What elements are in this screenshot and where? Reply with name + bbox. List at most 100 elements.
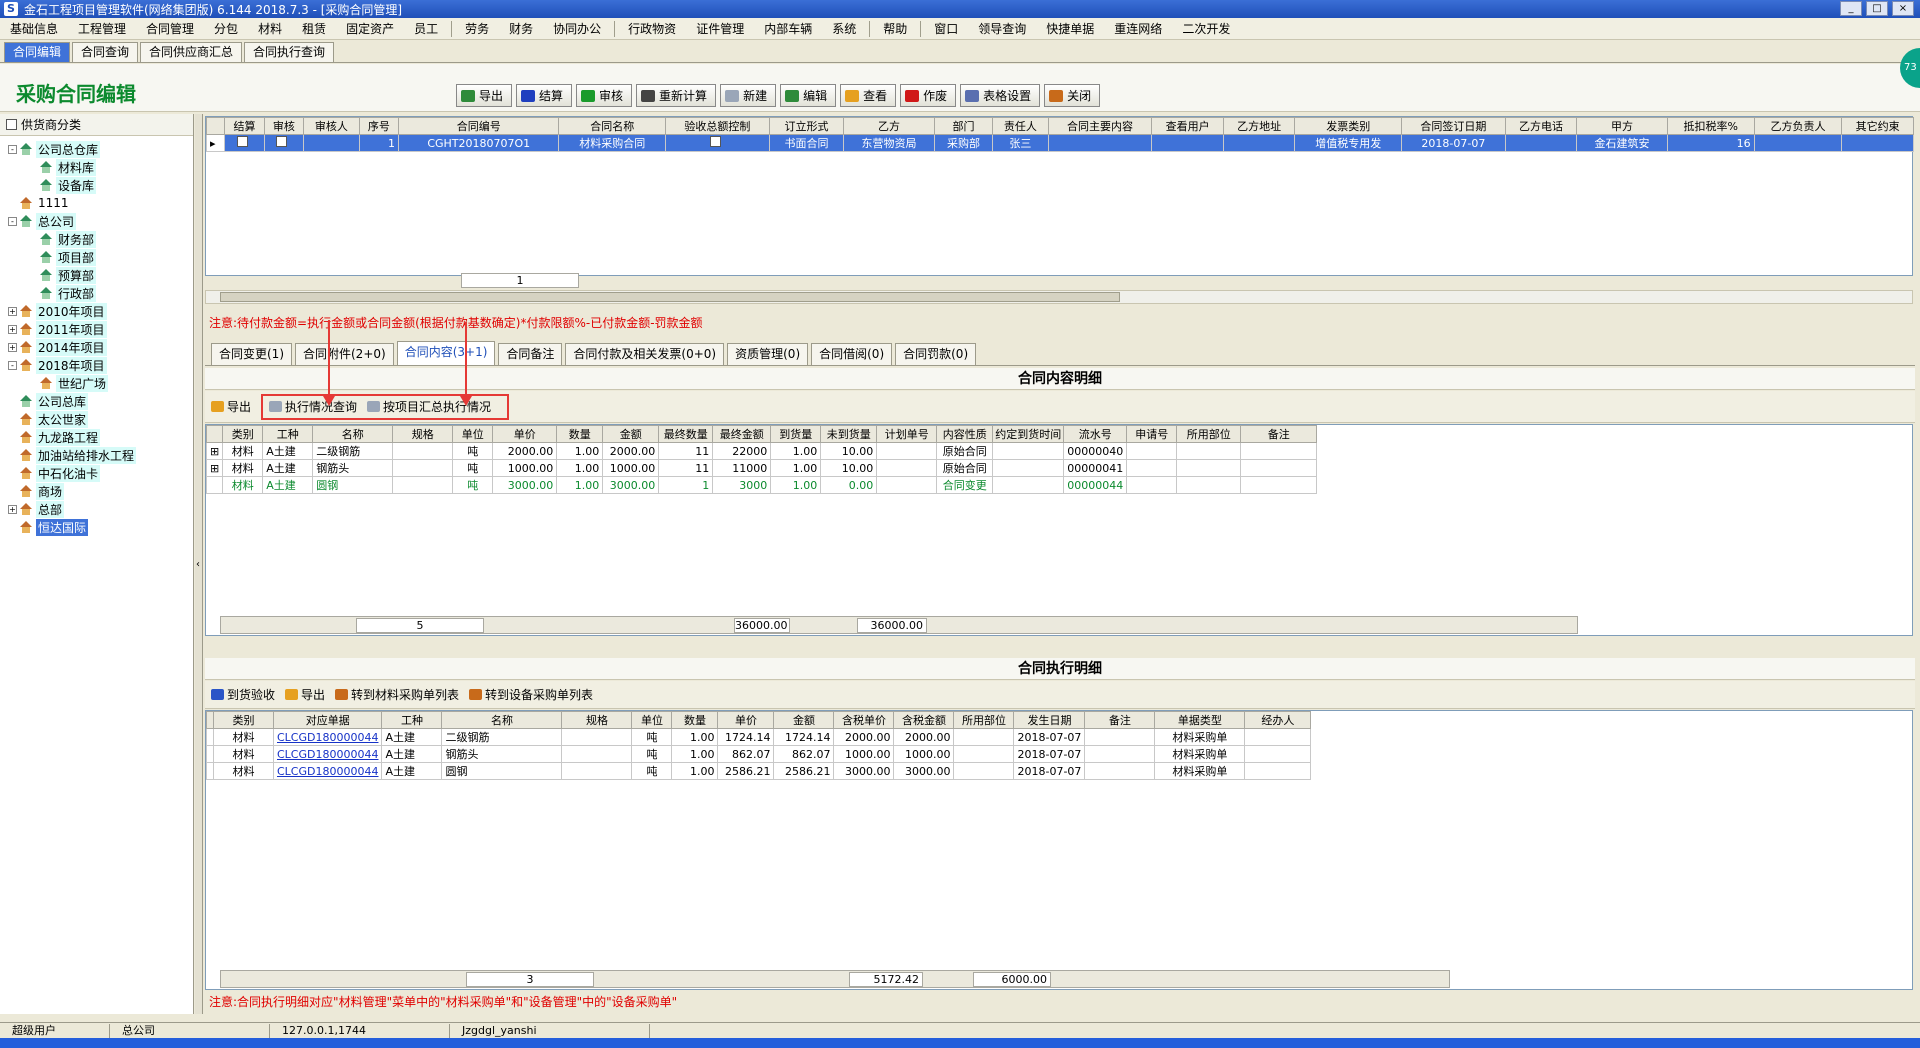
tree-node[interactable]: +2014年项目 bbox=[0, 338, 193, 356]
menu-item[interactable]: 内部车辆 bbox=[754, 20, 822, 37]
close-window-button[interactable]: × bbox=[1892, 1, 1914, 16]
content-row[interactable]: 材料 A土建 圆钢吨 3000.00 1.00 3000.00 1 3000 1.00 0.00 合… bbox=[205, 476, 1318, 494]
table-cell[interactable] bbox=[1240, 476, 1318, 494]
table-cell[interactable] bbox=[1176, 442, 1242, 460]
detail-tab[interactable]: 合同变更(1) bbox=[211, 343, 292, 365]
table-cell[interactable] bbox=[1151, 134, 1224, 152]
table-cell[interactable]: 3000 bbox=[712, 476, 772, 494]
table-cell[interactable] bbox=[876, 476, 938, 494]
toolbar-button[interactable]: 重新计算 bbox=[636, 84, 717, 107]
column-header[interactable]: 单位 bbox=[452, 425, 494, 443]
document-link-text[interactable]: CLCGD180000044 bbox=[277, 748, 378, 761]
column-header[interactable]: 验收总额控制 bbox=[665, 117, 770, 135]
table-cell[interactable]: 二级钢筋 bbox=[441, 728, 563, 746]
column-header[interactable]: 合同编号 bbox=[398, 117, 560, 135]
table-cell[interactable]: 钢筋头 bbox=[441, 745, 563, 763]
content-row[interactable]: ⊞ 材料 A土建 钢筋头吨 1000.00 1.00 1000.00 11 11000 1.00 1… bbox=[205, 459, 1318, 477]
table-cell[interactable] bbox=[1126, 442, 1178, 460]
column-header[interactable]: 乙方 bbox=[843, 117, 935, 135]
table-cell[interactable]: 2018-07-07 bbox=[1013, 745, 1086, 763]
column-header[interactable]: 数量 bbox=[671, 711, 719, 729]
column-header[interactable]: 未到货量 bbox=[820, 425, 878, 443]
table-cell[interactable]: 1000.00 bbox=[602, 459, 660, 477]
toolbar-button[interactable]: 导出 bbox=[456, 84, 513, 107]
table-cell[interactable]: 11 bbox=[658, 459, 714, 477]
table-cell[interactable]: 材料 bbox=[222, 442, 264, 460]
tree-expander[interactable]: + bbox=[8, 324, 17, 334]
content-export-button[interactable]: 导出 bbox=[211, 398, 251, 415]
table-cell[interactable]: 22000 bbox=[712, 442, 772, 460]
table-cell[interactable]: 增值税专用发 bbox=[1294, 134, 1403, 152]
table-cell[interactable]: 00000044 bbox=[1063, 476, 1128, 494]
module-tab[interactable]: 合同供应商汇总 bbox=[140, 42, 243, 62]
tree-node[interactable]: 财务部 bbox=[0, 230, 193, 248]
table-cell[interactable]: 原始合同 bbox=[936, 459, 994, 477]
table-cell[interactable] bbox=[1244, 762, 1312, 780]
tree-node[interactable]: - 公司总仓库 bbox=[0, 140, 193, 158]
column-header[interactable]: 审核人 bbox=[303, 117, 360, 135]
toolbar-button[interactable]: 查看 bbox=[840, 84, 897, 107]
tree-node[interactable]: 公司总库 bbox=[0, 392, 193, 410]
column-header[interactable]: 含税单价 bbox=[833, 711, 895, 729]
table-cell[interactable] bbox=[1126, 459, 1178, 477]
row-expander[interactable]: ⊞ bbox=[205, 459, 224, 477]
column-header[interactable]: 甲方 bbox=[1576, 117, 1668, 135]
column-header[interactable]: 约定到货时间 bbox=[992, 425, 1065, 443]
table-cell[interactable]: 1.00 bbox=[556, 476, 604, 494]
contracts-hscrollbar[interactable] bbox=[205, 290, 1913, 304]
table-cell[interactable]: A土建 bbox=[262, 459, 314, 477]
column-header[interactable]: 序号 bbox=[358, 117, 400, 135]
table-cell[interactable]: 2018-07-07 bbox=[1401, 134, 1506, 152]
toolbar-button[interactable]: 新建 bbox=[720, 84, 777, 107]
table-cell[interactable]: 材料 bbox=[222, 476, 264, 494]
table-cell[interactable]: 2018-07-07 bbox=[1013, 762, 1086, 780]
table-cell[interactable]: 书面合同 bbox=[768, 134, 845, 152]
column-header[interactable]: 申请号 bbox=[1126, 425, 1178, 443]
column-header[interactable]: 订立形式 bbox=[768, 117, 845, 135]
toolbar-button[interactable]: 表格设置 bbox=[960, 84, 1041, 107]
column-header[interactable]: 抵扣税率% bbox=[1666, 117, 1755, 135]
table-cell[interactable]: 1000.00 bbox=[833, 745, 895, 763]
column-header[interactable]: 责任人 bbox=[992, 117, 1049, 135]
table-cell[interactable]: 2586.21 bbox=[773, 762, 835, 780]
table-cell[interactable]: 16 bbox=[1666, 134, 1755, 152]
column-header[interactable]: 所用部位 bbox=[1176, 425, 1242, 443]
tree-node[interactable]: - 总公司 bbox=[0, 212, 193, 230]
table-cell[interactable]: 1.00 bbox=[770, 442, 822, 460]
tree-node[interactable]: 1111 bbox=[0, 194, 193, 212]
tree-node[interactable]: 项目部 bbox=[0, 248, 193, 266]
table-cell[interactable] bbox=[224, 134, 265, 152]
detail-tab[interactable]: 合同内容(3+1) bbox=[396, 341, 496, 365]
execution-row[interactable]: 材料 CLCGD180000044 A土建 圆钢吨 1.00 2586.21 2586.21… bbox=[206, 762, 1312, 780]
content-row[interactable]: ⊞ 材料 A土建 二级钢筋吨 2000.00 1.00 2000.00 11 22000 1.00… bbox=[205, 442, 1318, 460]
table-cell[interactable]: 1.00 bbox=[556, 459, 604, 477]
menu-item[interactable]: 租赁 bbox=[292, 20, 336, 37]
column-header[interactable]: 类别 bbox=[222, 425, 264, 443]
row-expander[interactable]: ⊞ bbox=[205, 442, 224, 460]
table-cell[interactable] bbox=[392, 476, 454, 494]
table-cell[interactable]: 材料 bbox=[213, 728, 274, 746]
column-header[interactable]: 金额 bbox=[602, 425, 660, 443]
tree-node[interactable]: +2011年项目 bbox=[0, 320, 193, 338]
table-cell[interactable]: A土建 bbox=[381, 762, 443, 780]
toolbar-button[interactable]: 作废 bbox=[900, 84, 957, 107]
table-cell[interactable]: 吨 bbox=[452, 476, 494, 494]
tree-node[interactable]: - 2018年项目 bbox=[0, 356, 193, 374]
table-cell[interactable] bbox=[1047, 134, 1153, 152]
menu-item[interactable]: 财务 bbox=[499, 20, 543, 37]
table-cell[interactable]: 材料 bbox=[222, 459, 264, 477]
column-header[interactable]: 审核 bbox=[263, 117, 305, 135]
table-cell[interactable]: 吨 bbox=[631, 728, 673, 746]
table-cell[interactable]: 862.07 bbox=[717, 745, 775, 763]
table-cell[interactable] bbox=[303, 134, 360, 152]
table-cell[interactable] bbox=[665, 134, 770, 152]
table-cell[interactable]: 钢筋头 bbox=[312, 459, 394, 477]
table-cell[interactable]: 原始合同 bbox=[936, 442, 994, 460]
column-header[interactable]: 金额 bbox=[773, 711, 835, 729]
column-header[interactable]: 合同签订日期 bbox=[1401, 117, 1506, 135]
project-summary-button[interactable]: 按项目汇总执行情况 bbox=[367, 398, 491, 415]
column-header[interactable]: 乙方负责人 bbox=[1753, 117, 1843, 135]
table-cell[interactable] bbox=[561, 728, 633, 746]
cell-checkbox[interactable] bbox=[237, 136, 248, 147]
column-header[interactable]: 工种 bbox=[381, 711, 443, 729]
